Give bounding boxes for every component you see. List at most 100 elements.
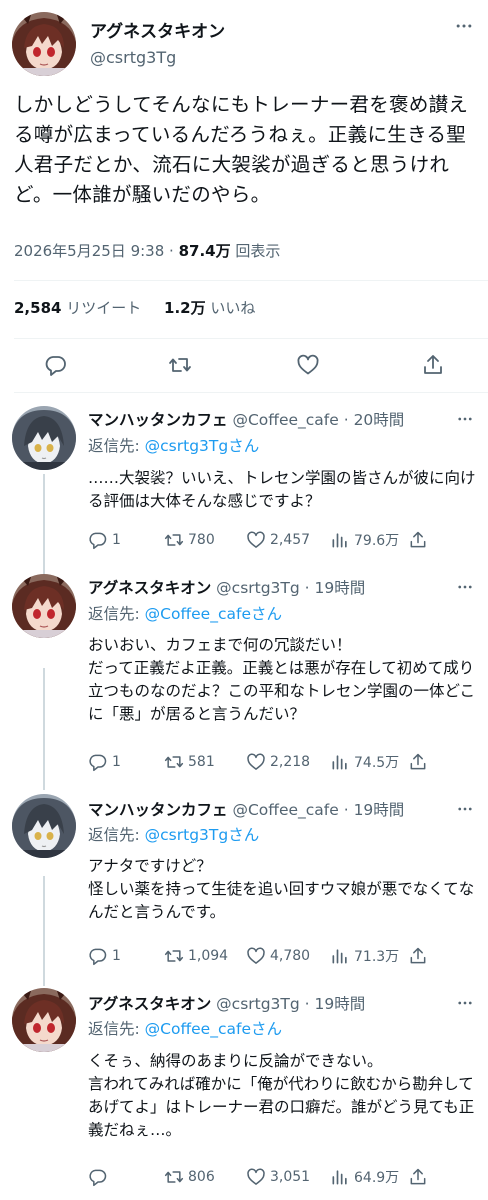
- reply-icon[interactable]: [44, 353, 68, 377]
- heart-icon: [246, 946, 266, 966]
- views-chart-icon: [330, 752, 350, 772]
- more-dots-icon[interactable]: [456, 578, 474, 596]
- reply-time[interactable]: · 20時間: [344, 411, 405, 429]
- retweet-icon[interactable]: [168, 353, 192, 377]
- thread-line: [43, 876, 45, 986]
- reply-count: 1: [112, 948, 121, 964]
- reply-to-prefix: 返信先:: [88, 826, 145, 844]
- reply-icon: [88, 530, 108, 550]
- like-button[interactable]: 2,457: [246, 530, 310, 550]
- reply-author-name[interactable]: アグネスタキオン: [88, 995, 211, 1013]
- share-icon[interactable]: [421, 353, 445, 377]
- reply-icon: [88, 752, 108, 772]
- meta-separator: ·: [169, 242, 174, 260]
- views-count: 64.9万: [354, 1170, 400, 1186]
- retweet-button[interactable]: 581: [164, 752, 215, 772]
- reply-action-bar: 1 780 2,457 79.6万: [88, 530, 488, 554]
- reply-author-handle[interactable]: @csrtg3Tg: [216, 995, 300, 1013]
- reply-button[interactable]: 1: [88, 946, 121, 966]
- retweet-button[interactable]: 780: [164, 530, 215, 550]
- share-button[interactable]: [408, 1167, 428, 1187]
- reply-to-link[interactable]: @Coffee_cafeさん: [145, 605, 282, 623]
- like-count: 2,218: [270, 754, 311, 770]
- views-button[interactable]: 71.3万: [330, 946, 399, 966]
- views-button[interactable]: 79.6万: [330, 530, 399, 550]
- retweet-button[interactable]: 806: [164, 1167, 215, 1187]
- views-count: 87.4万: [178, 242, 231, 260]
- views-label: 回表示: [235, 242, 281, 260]
- views-chart-icon: [330, 530, 350, 550]
- reply-avatar[interactable]: [12, 794, 76, 858]
- author-name[interactable]: アグネスタキオン: [90, 17, 225, 42]
- reply-author-handle[interactable]: @Coffee_cafe: [232, 411, 338, 429]
- reply-avatar[interactable]: [12, 574, 76, 638]
- reply-to-line: 返信先: @Coffee_cafeさん: [88, 1017, 282, 1039]
- reply-to-link[interactable]: @csrtg3Tgさん: [145, 826, 260, 844]
- likes-label[interactable]: いいね: [210, 299, 255, 317]
- retweets-count[interactable]: 2,584: [14, 299, 61, 317]
- more-dots-icon[interactable]: [456, 800, 474, 818]
- reply-icon: [88, 946, 108, 966]
- more-dots-icon[interactable]: [454, 16, 474, 36]
- likes-count[interactable]: 1.2万: [164, 299, 206, 317]
- reply-time[interactable]: · 19時間: [305, 579, 366, 597]
- reply-to-line: 返信先: @Coffee_cafeさん: [88, 602, 282, 624]
- reply-to-prefix: 返信先:: [88, 437, 145, 455]
- reply-button[interactable]: [88, 1167, 112, 1187]
- views-button[interactable]: 64.9万: [330, 1167, 399, 1187]
- retweet-count: 581: [188, 754, 215, 770]
- more-dots-icon[interactable]: [456, 994, 474, 1012]
- views-count: 79.6万: [354, 533, 400, 549]
- reply-to-prefix: 返信先:: [88, 1020, 145, 1038]
- reply-avatar[interactable]: [12, 988, 76, 1052]
- like-button[interactable]: 2,218: [246, 752, 310, 772]
- share-button[interactable]: [408, 946, 428, 966]
- like-count: 3,051: [270, 1169, 311, 1185]
- reply-author-handle[interactable]: @csrtg3Tg: [216, 579, 300, 597]
- reply-count: 1: [112, 754, 121, 770]
- divider: [14, 392, 488, 393]
- author-handle[interactable]: @csrtg3Tg: [90, 48, 176, 67]
- reply-count: 1: [112, 532, 121, 548]
- reply-button[interactable]: 1: [88, 530, 121, 550]
- reply-author-name[interactable]: マンハッタンカフェ: [88, 801, 228, 819]
- reply-header: マンハッタンカフェ @Coffee_cafe · 20時間: [88, 408, 404, 430]
- like-button[interactable]: 3,051: [246, 1167, 310, 1187]
- reply-to-link[interactable]: @Coffee_cafeさん: [145, 1020, 282, 1038]
- thread-line: [43, 668, 45, 790]
- reply-text: くそぅ、納得のあまりに反論ができない。 言われてみれば確かに「俺が代わりに飲むか…: [88, 1052, 475, 1139]
- reply-author-name[interactable]: アグネスタキオン: [88, 579, 211, 597]
- reply-header: マンハッタンカフェ @Coffee_cafe · 19時間: [88, 798, 404, 820]
- reply-to-prefix: 返信先:: [88, 605, 145, 623]
- reply-author-handle[interactable]: @Coffee_cafe: [232, 801, 338, 819]
- reply-to-link[interactable]: @csrtg3Tgさん: [145, 437, 260, 455]
- author-avatar[interactable]: [12, 12, 76, 76]
- retweets-label[interactable]: リツイート: [66, 299, 141, 317]
- reply-author-name[interactable]: マンハッタンカフェ: [88, 411, 228, 429]
- like-button[interactable]: 4,780: [246, 946, 310, 966]
- like-count: 4,780: [270, 948, 311, 964]
- heart-icon[interactable]: [296, 353, 320, 377]
- divider: [14, 338, 488, 339]
- share-button[interactable]: [408, 530, 428, 550]
- views-button[interactable]: 74.5万: [330, 752, 399, 772]
- more-dots-icon[interactable]: [456, 410, 474, 428]
- reply-text: ……大袈裟？いいえ、トレセン学園の皆さんが彼に向ける評価は大体そんな感じですよ？: [88, 469, 476, 510]
- retweet-icon: [164, 530, 184, 550]
- reply-text: おいおい、カフェまで何の冗談だい！ だって正義だよ正義。正義とは悪が存在して初め…: [88, 636, 476, 723]
- reply-avatar[interactable]: [12, 406, 76, 470]
- share-button[interactable]: [408, 752, 428, 772]
- like-count: 2,457: [270, 532, 311, 548]
- reply-to-line: 返信先: @csrtg3Tgさん: [88, 434, 259, 456]
- reply-text: アナタですけど？ 怪しい薬を持って生徒を追い回すウマ娘が悪でなくてなんだと言うん…: [88, 857, 475, 921]
- views-chart-icon: [330, 946, 350, 966]
- retweet-icon: [164, 946, 184, 966]
- retweet-button[interactable]: 1,094: [164, 946, 228, 966]
- tweet-timestamp[interactable]: 2026年5月25日 9:38: [14, 242, 164, 260]
- tweet-text: しかしどうしてそんなにもトレーナー君を褒め讃える噂が広まっているんだろうねぇ。正…: [14, 93, 469, 206]
- share-icon: [408, 1167, 428, 1187]
- reply-time[interactable]: · 19時間: [344, 801, 405, 819]
- reply-time[interactable]: · 19時間: [305, 995, 366, 1013]
- heart-icon: [246, 530, 266, 550]
- reply-button[interactable]: 1: [88, 752, 121, 772]
